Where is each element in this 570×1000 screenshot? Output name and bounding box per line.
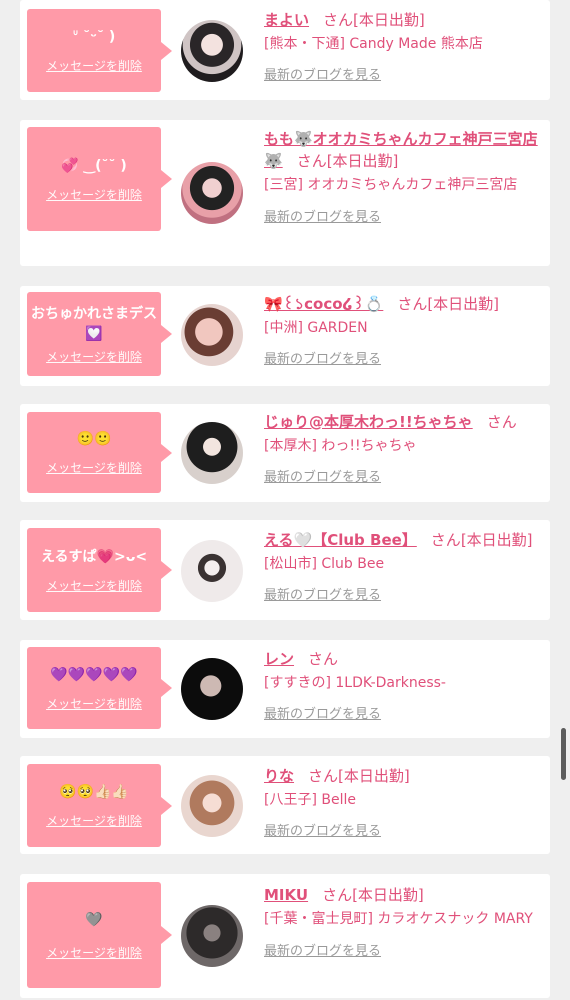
shop-label: [千葉・富士見町] カラオケスナック MARY xyxy=(264,911,533,927)
cast-name-link[interactable]: える🤍【Club Bee】 xyxy=(264,531,417,549)
message-text: 💞 ‿(˘˘ ) xyxy=(61,157,127,174)
avatar[interactable] xyxy=(181,20,243,82)
avatar[interactable] xyxy=(181,304,243,366)
message-text: えるすぱ💗>ᴗ< xyxy=(40,548,148,565)
delete-message-link[interactable]: メッセージを削除 xyxy=(46,695,142,712)
shop-label: [三宮] オオカミちゃんカフェ神戸三宮店 xyxy=(264,177,518,193)
list-item: 🙂🙂 メッセージを削除 じゅり@本厚木わっ!!ちゃちゃ さん [本厚木] わっ!!… xyxy=(20,404,550,502)
message-text: ᐡ ˘ᵕ˘ ) xyxy=(72,29,116,45)
delete-message-link[interactable]: メッセージを削除 xyxy=(46,944,142,961)
shop-label: [松山市] Club Bee xyxy=(264,556,385,572)
message-text: 🥺🥺👍🏻👍🏻 xyxy=(59,784,129,800)
delete-message-link[interactable]: メッセージを削除 xyxy=(46,186,142,203)
message-bubble: おちゅかれさまデス💟 メッセージを削除 xyxy=(27,292,172,376)
message-text: 🙂🙂 xyxy=(76,431,112,447)
shop-label: [八王子] Belle xyxy=(264,792,356,808)
san-label: さん xyxy=(486,413,517,431)
san-label: さん xyxy=(308,767,339,785)
status-badge: [本日出勤] xyxy=(326,152,399,170)
delete-message-link[interactable]: メッセージを削除 xyxy=(46,459,142,476)
avatar[interactable] xyxy=(181,905,243,967)
delete-message-link[interactable]: メッセージを削除 xyxy=(46,812,142,829)
message-bubble: 💜💜💜💜💜 メッセージを削除 xyxy=(27,647,172,729)
latest-blog-link[interactable]: 最新のブログを見る xyxy=(264,584,381,603)
cast-name-link[interactable]: レン xyxy=(264,650,294,668)
status-badge: [本日出勤] xyxy=(338,767,410,785)
san-label: さん xyxy=(296,152,327,170)
san-label: さん xyxy=(308,650,339,668)
list-item: 💜💜💜💜💜 メッセージを削除 レン さん [すすきの] 1LDK-Darkness… xyxy=(20,640,550,738)
san-label: さん xyxy=(323,11,354,29)
message-bubble: 🙂🙂 メッセージを削除 xyxy=(27,412,172,493)
avatar[interactable] xyxy=(181,162,243,224)
shop-label: [本厚木] わっ!!ちゃちゃ xyxy=(264,438,417,454)
shop-label: [熊本・下通] Candy Made 熊本店 xyxy=(264,36,483,52)
avatar[interactable] xyxy=(181,422,243,484)
san-label: さん xyxy=(397,295,428,313)
list-item: 🩶 メッセージを削除 MIKU さん[本日出勤] [千葉・富士見町] カラオケスナ… xyxy=(20,874,550,998)
message-text: 💜💜💜💜💜 xyxy=(50,666,138,683)
message-bubble: 🩶 メッセージを削除 xyxy=(27,882,172,988)
message-text: 🩶 xyxy=(85,911,103,928)
cast-name-link[interactable]: 🎀꒰১coco໒꒱💍 xyxy=(264,295,383,313)
list-item: おちゅかれさまデス💟 メッセージを削除 🎀꒰১coco໒꒱💍 さん[本日出勤] [… xyxy=(20,286,550,386)
latest-blog-link[interactable]: 最新のブログを見る xyxy=(264,206,381,225)
message-bubble: えるすぱ💗>ᴗ< メッセージを削除 xyxy=(27,528,172,612)
avatar[interactable] xyxy=(181,540,243,602)
latest-blog-link[interactable]: 最新のブログを見る xyxy=(264,940,381,959)
avatar[interactable] xyxy=(181,658,243,720)
latest-blog-link[interactable]: 最新のブログを見る xyxy=(264,64,381,83)
cast-name-link[interactable]: りな xyxy=(264,767,294,785)
list-item: 💞 ‿(˘˘ ) メッセージを削除 もも🐺オオカミちゃんカフェ神戸三宮店🐺 さん[… xyxy=(20,120,550,266)
cast-name-link[interactable]: MIKU xyxy=(264,886,308,904)
status-badge: [本日出勤] xyxy=(427,295,500,313)
status-badge: [本日出勤] xyxy=(353,11,425,29)
message-text: おちゅかれさまデス💟 xyxy=(31,305,157,342)
message-bubble: 💞 ‿(˘˘ ) メッセージを削除 xyxy=(27,127,172,231)
delete-message-link[interactable]: メッセージを削除 xyxy=(46,348,142,365)
san-label: さん xyxy=(430,531,461,549)
latest-blog-link[interactable]: 最新のブログを見る xyxy=(264,703,381,722)
list-item: 🥺🥺👍🏻👍🏻 メッセージを削除 りな さん[本日出勤] [八王子] Belle 最… xyxy=(20,756,550,854)
latest-blog-link[interactable]: 最新のブログを見る xyxy=(264,348,381,367)
delete-message-link[interactable]: メッセージを削除 xyxy=(46,577,142,594)
message-bubble: 🥺🥺👍🏻👍🏻 メッセージを削除 xyxy=(27,764,172,847)
list-item: えるすぱ💗>ᴗ< メッセージを削除 える🤍【Club Bee】 さん[本日出勤] … xyxy=(20,520,550,620)
list-item: ᐡ ˘ᵕ˘ ) メッセージを削除 まよい さん[本日出勤] [熊本・下通] Can… xyxy=(20,0,550,100)
delete-message-link[interactable]: メッセージを削除 xyxy=(46,57,142,74)
scrollbar[interactable] xyxy=(561,728,566,780)
message-bubble: ᐡ ˘ᵕ˘ ) メッセージを削除 xyxy=(27,9,172,92)
cast-name-link[interactable]: まよい xyxy=(264,11,309,29)
san-label: さん xyxy=(322,886,353,904)
latest-blog-link[interactable]: 最新のブログを見る xyxy=(264,820,381,839)
avatar[interactable] xyxy=(181,775,243,837)
latest-blog-link[interactable]: 最新のブログを見る xyxy=(264,466,381,485)
status-badge: [本日出勤] xyxy=(352,886,424,904)
status-badge: [本日出勤] xyxy=(460,531,533,549)
shop-label: [中洲] GARDEN xyxy=(264,320,368,336)
shop-label: [すすきの] 1LDK-Darkness- xyxy=(264,675,446,691)
cast-name-link[interactable]: じゅり@本厚木わっ!!ちゃちゃ xyxy=(264,413,473,431)
